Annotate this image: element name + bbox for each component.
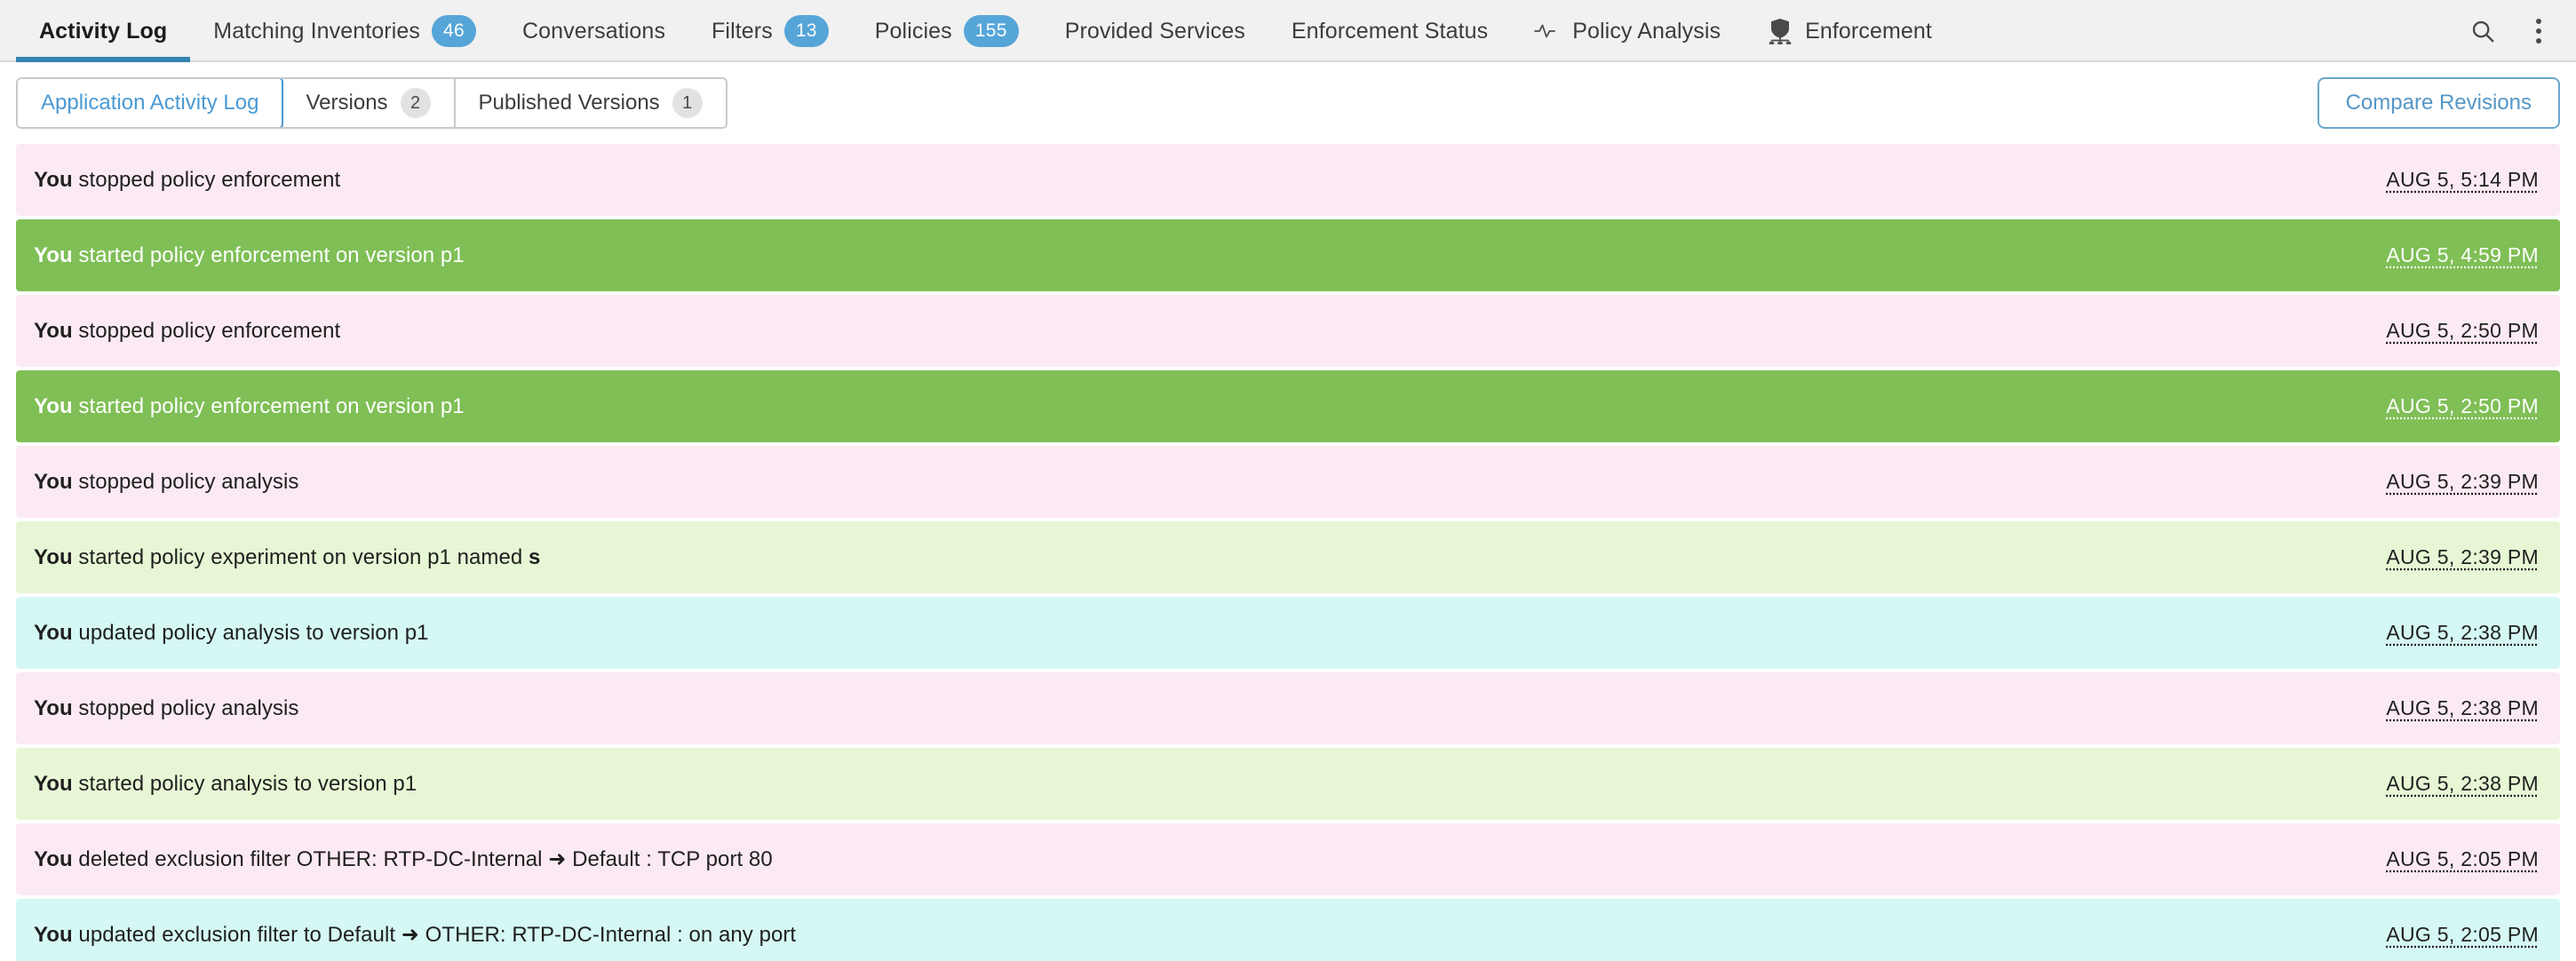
activity-message: You stopped policy enforcement [34,319,2386,344]
activity-log-row: You stopped policy enforcement AUG 5, 2:5… [16,295,2560,367]
activity-timestamp[interactable]: AUG 5, 2:39 PM [2386,470,2542,494]
activity-log-row: You updated exclusion filter to Default … [16,899,2560,961]
nav-item-badge: 13 [783,15,829,47]
activity-text: deleted exclusion filter OTHER: RTP-DC-I… [72,847,773,871]
activity-message: You started policy enforcement on versio… [34,394,2386,419]
activity-text: stopped policy enforcement [72,167,341,192]
activity-timestamp[interactable]: AUG 5, 2:50 PM [2386,394,2542,418]
tab-badge: 1 [672,88,703,118]
tab-published-versions[interactable]: Published Versions 1 [455,79,726,127]
activity-timestamp[interactable]: AUG 5, 2:38 PM [2386,696,2542,720]
nav-item-label: Conversations [521,18,666,44]
nav-item-label: Enforcement Status [1291,18,1489,44]
activity-message: You updated policy analysis to version p… [34,621,2386,646]
activity-actor: You [34,167,73,192]
activity-log-row: You stopped policy analysis AUG 5, 2:39 P… [16,446,2560,518]
nav-item-provided-services[interactable]: Provided Services [1042,0,1268,62]
activity-actor: You [34,242,73,267]
activity-log-row: You stopped policy analysis AUG 5, 2:38 P… [16,672,2560,744]
activity-log-row: You started policy enforcement on versio… [16,370,2560,442]
nav-item-label: Enforcement [1805,18,1932,44]
activity-message: You stopped policy analysis [34,696,2386,721]
shield-network-icon [1767,18,1793,44]
activity-timestamp[interactable]: AUG 5, 2:38 PM [2386,621,2542,645]
tab-label: Published Versions [478,91,660,115]
activity-timestamp[interactable]: AUG 5, 4:59 PM [2386,243,2542,267]
activity-timestamp[interactable]: AUG 5, 2:05 PM [2386,923,2542,947]
activity-message: You updated exclusion filter to Default … [34,922,2386,948]
activity-actor: You [34,469,73,494]
tab-application-activity-log[interactable]: Application Activity Log [17,79,284,127]
pulse-icon [1534,18,1561,44]
nav-item-policy-analysis[interactable]: Policy Analysis [1511,0,1744,62]
tab-badge: 2 [400,88,431,118]
activity-actor: You [34,544,73,569]
activity-actor: You [34,620,73,645]
activity-actor: You [34,771,73,796]
activity-text: started policy analysis to version p1 [72,771,417,796]
top-navigation-bar: Activity Log Matching Inventories 46 Conver… [0,0,2576,62]
sub-tab-bar: Application Activity Log Versions 2 Publish… [0,62,2576,144]
nav-item-matching-inventories[interactable]: Matching Inventories 46 [190,0,499,62]
nav-item-policies[interactable]: Policies 155 [852,0,1042,62]
nav-item-conversations[interactable]: Conversations [499,0,688,62]
nav-item-activity-log[interactable]: Activity Log [16,0,191,62]
activity-timestamp[interactable]: AUG 5, 2:05 PM [2386,847,2542,871]
activity-actor: You [34,318,73,343]
activity-log-row: You deleted exclusion filter OTHER: RTP-… [16,823,2560,895]
activity-timestamp[interactable]: AUG 5, 2:39 PM [2386,545,2542,569]
tab-label: Versions [306,91,388,115]
activity-message: You started policy experiment on version… [34,545,2386,570]
activity-actor: You [34,393,73,418]
tab-label: Application Activity Log [41,91,259,115]
activity-message: You started policy analysis to version p… [34,772,2386,797]
activity-text: updated exclusion filter to Default ➜ OT… [72,923,797,947]
nav-item-label: Provided Services [1064,18,1245,44]
activity-log-row: You started policy experiment on version… [16,521,2560,593]
activity-message: You stopped policy analysis [34,470,2386,495]
search-icon[interactable] [2452,0,2514,62]
activity-timestamp[interactable]: AUG 5, 5:14 PM [2386,168,2542,192]
activity-actor: You [34,923,73,947]
activity-log-row: You started policy enforcement on versio… [16,219,2560,291]
activity-actor: You [34,847,73,871]
activity-text: started policy enforcement on version p1 [72,242,465,267]
nav-item-label: Policies [874,18,952,44]
activity-text: stopped policy analysis [72,469,299,494]
activity-message: You started policy enforcement on versio… [34,243,2386,268]
nav-item-badge: 155 [963,15,1019,47]
activity-text: stopped policy analysis [72,695,299,720]
activity-log-row: You started policy analysis to version p… [16,748,2560,820]
nav-item-label: Filters [712,18,773,44]
activity-text: updated policy analysis to version p1 [72,620,429,645]
nav-item-label: Policy Analysis [1572,18,1721,44]
activity-actor: You [34,695,73,720]
activity-text: stopped policy enforcement [72,318,341,343]
activity-timestamp[interactable]: AUG 5, 2:38 PM [2386,772,2542,796]
tab-group: Application Activity Log Versions 2 Publish… [16,77,727,129]
activity-message: You stopped policy enforcement [34,168,2386,193]
nav-item-label: Matching Inventories [213,18,420,44]
nav-item-enforcement-status[interactable]: Enforcement Status [1268,0,1511,62]
activity-log-list: You stopped policy enforcement AUG 5, 5:1… [0,144,2576,961]
activity-log-row: You stopped policy enforcement AUG 5, 5:1… [16,144,2560,216]
nav-item-enforcement[interactable]: Enforcement [1744,0,1955,62]
nav-item-label: Activity Log [39,18,168,44]
nav-item-badge: 46 [431,15,476,47]
activity-message: You deleted exclusion filter OTHER: RTP-… [34,846,2386,872]
tab-versions[interactable]: Versions 2 [282,79,456,127]
activity-text: started policy enforcement on version p1 [72,393,465,418]
activity-timestamp[interactable]: AUG 5, 2:50 PM [2386,319,2542,343]
kebab-menu-icon[interactable] [2514,0,2576,62]
nav-item-filters[interactable]: Filters 13 [688,0,852,62]
activity-text: started policy experiment on version p1 … [72,544,529,569]
activity-text-emphasis: s [529,544,541,569]
activity-log-row: You updated policy analysis to version p… [16,597,2560,669]
compare-revisions-button[interactable]: Compare Revisions [2317,77,2560,129]
